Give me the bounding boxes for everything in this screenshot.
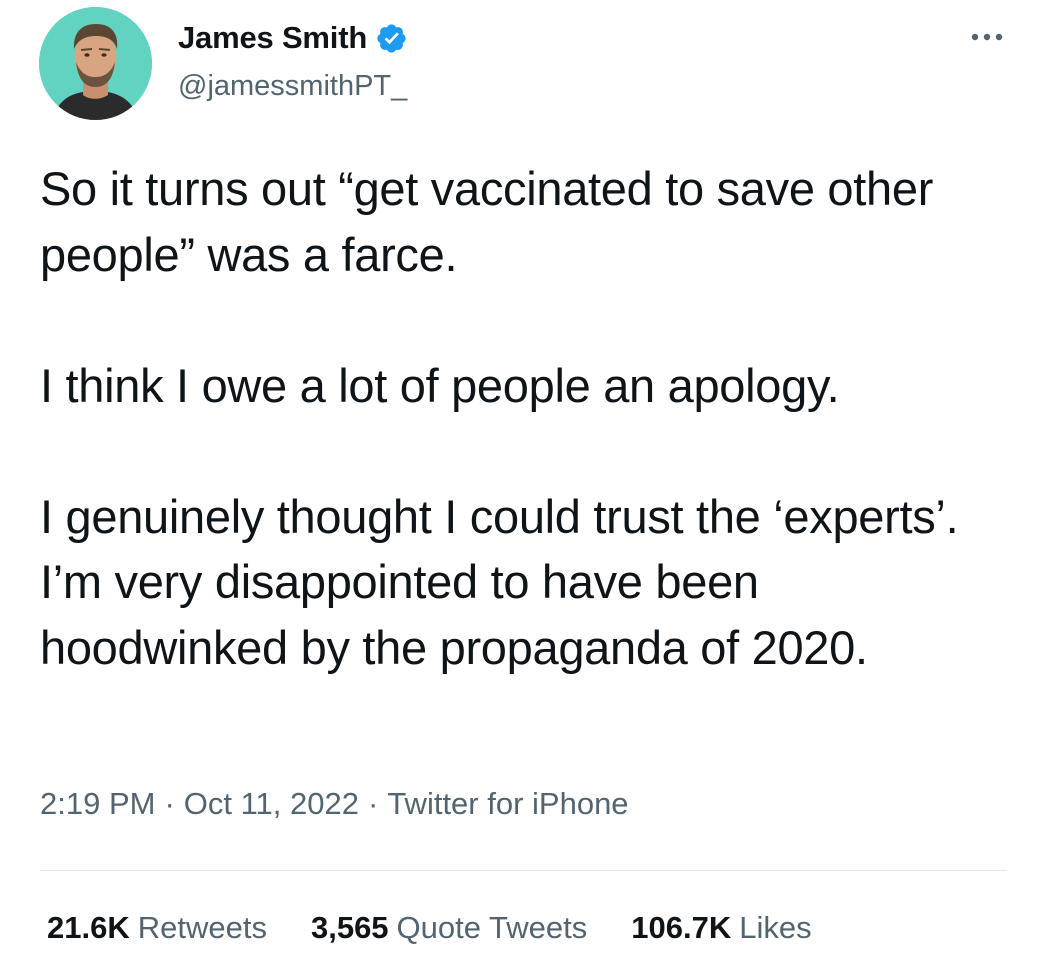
tweet-time[interactable]: 2:19 PM bbox=[40, 786, 155, 822]
retweets-stat[interactable]: 21.6K Retweets bbox=[47, 910, 267, 946]
retweets-label: Retweets bbox=[137, 910, 267, 945]
tweet-date[interactable]: Oct 11, 2022 bbox=[184, 786, 359, 822]
tweet-paragraph: I genuinely thought I could trust the ‘e… bbox=[40, 489, 959, 674]
likes-label: Likes bbox=[739, 910, 812, 945]
retweets-count: 21.6K bbox=[47, 910, 130, 945]
more-options-icon[interactable] bbox=[966, 22, 1008, 52]
meta-separator: · bbox=[368, 786, 379, 821]
tweet-source[interactable]: Twitter for iPhone bbox=[387, 786, 628, 822]
author-name-row[interactable]: James Smith bbox=[178, 16, 408, 60]
author-handle[interactable]: @jamessmithPT_ bbox=[178, 70, 407, 103]
verified-badge-icon bbox=[375, 22, 408, 55]
tweet-metadata: 2:19 PM · Oct 11, 2022 · Twitter for iPh… bbox=[40, 786, 629, 822]
engagement-stats: 21.6K Retweets 3,565 Quote Tweets 106.7K… bbox=[47, 910, 812, 946]
quote-tweets-stat[interactable]: 3,565 Quote Tweets bbox=[311, 910, 587, 946]
quote-tweets-count: 3,565 bbox=[310, 910, 389, 945]
tweet-card: James Smith @jamessmithPT_ So it turns o… bbox=[0, 0, 1047, 980]
author-avatar[interactable] bbox=[39, 7, 152, 120]
tweet-text: So it turns out “get vaccinated to save … bbox=[40, 156, 1010, 680]
profile-photo bbox=[39, 7, 152, 120]
tweet-paragraph: So it turns out “get vaccinated to save … bbox=[40, 162, 934, 281]
divider bbox=[40, 870, 1007, 871]
author-display-name[interactable]: James Smith bbox=[178, 20, 367, 56]
likes-stat[interactable]: 106.7K Likes bbox=[631, 910, 811, 946]
tweet-paragraph: I think I owe a lot of people an apology… bbox=[40, 358, 840, 412]
meta-separator: · bbox=[164, 786, 175, 821]
quote-tweets-label: Quote Tweets bbox=[396, 910, 588, 945]
likes-count: 106.7K bbox=[631, 910, 732, 945]
